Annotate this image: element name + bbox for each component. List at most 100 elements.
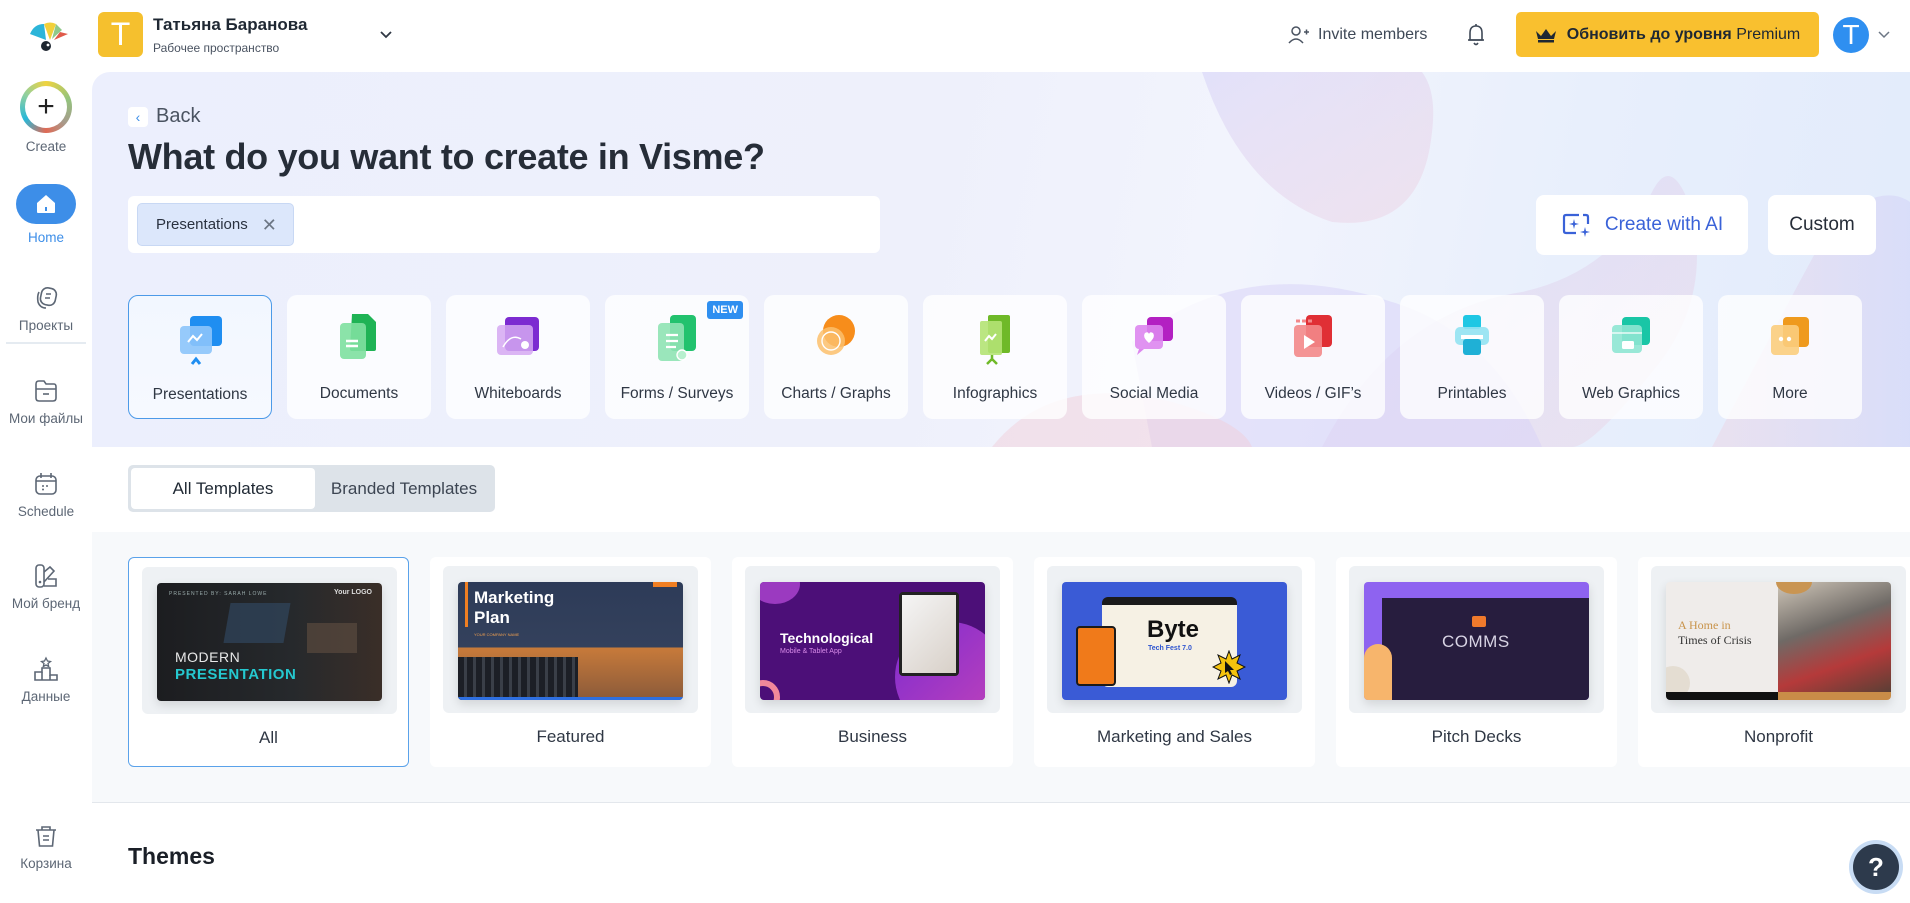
template-tabs: All Templates Branded Templates — [128, 465, 495, 512]
thumb-bottom-bar-accent — [1778, 692, 1891, 700]
sidebar-item-data[interactable]: Данные — [0, 655, 92, 704]
sidebar-item-label: Home — [27, 230, 64, 245]
sidebar-item-my-files[interactable]: Мои файлы — [0, 377, 92, 426]
category-card-web-graphics[interactable]: Web Graphics — [1559, 295, 1703, 419]
sidebar-item-label: Schedule — [17, 504, 75, 519]
thumbnail-frame: A Home in Times of Crisis — [1651, 566, 1906, 713]
sidebar-item-label: Мой бренд — [11, 596, 81, 611]
template-category-featured[interactable]: Marketing Plan YOUR COMPANY NAME Feature… — [430, 557, 711, 767]
template-category-label: Pitch Decks — [1431, 727, 1522, 746]
custom-size-button[interactable]: Custom — [1768, 195, 1876, 255]
category-card-videos-gifs[interactable]: Videos / GIF’s — [1241, 295, 1385, 419]
back-label: Back — [156, 105, 201, 127]
whiteboard-icon — [497, 317, 539, 355]
thumb-starburst-cursor-icon — [1212, 650, 1246, 684]
sidebar-create-button[interactable]: + Create — [0, 81, 92, 154]
template-category-label: Nonprofit — [1744, 727, 1813, 746]
visme-logo-icon[interactable] — [28, 18, 70, 54]
help-question-icon: ? — [1853, 844, 1899, 890]
user-avatar[interactable]: T — [1833, 17, 1869, 53]
category-card-presentations[interactable]: Presentations — [128, 295, 272, 419]
thumbnail-frame: Byte Tech Fest 7.0 — [1047, 566, 1302, 713]
thumb-title-line1: A Home in — [1678, 618, 1731, 632]
web-graphics-icon — [1612, 317, 1650, 353]
thumb-title-line1: Byte — [1147, 616, 1200, 643]
create-plus-icon: + — [20, 81, 72, 133]
projects-icon — [36, 287, 58, 309]
template-category-pitch-decks[interactable]: COMMS Pitch Decks — [1336, 557, 1617, 767]
category-card-documents[interactable]: Documents — [287, 295, 431, 419]
document-icon — [340, 314, 376, 359]
category-label: More — [1772, 385, 1808, 402]
category-card-printables[interactable]: Printables — [1400, 295, 1544, 419]
more-icon — [1771, 317, 1809, 355]
themes-heading: Themes — [128, 843, 215, 869]
upgrade-premium-button[interactable]: Обновить до уровня Premium — [1516, 12, 1819, 57]
category-label: Documents — [319, 385, 399, 402]
sidebar-item-my-brand[interactable]: Мой бренд — [0, 562, 92, 611]
home-icon — [37, 195, 55, 213]
template-category-marketing-and-sales[interactable]: Byte Tech Fest 7.0 Marketing and Sales — [1034, 557, 1315, 767]
ai-sparkle-icon — [1562, 213, 1590, 237]
category-card-more[interactable]: More — [1718, 295, 1862, 419]
category-card-social-media[interactable]: Social Media — [1082, 295, 1226, 419]
top-header: T Татьяна Баранова Рабочее пространство … — [0, 0, 1910, 72]
back-button[interactable]: ‹ Back — [128, 105, 200, 128]
thumb-photo — [1076, 626, 1116, 686]
trash-icon — [36, 826, 56, 847]
category-label: Charts / Graphs — [781, 385, 891, 402]
search-input[interactable]: Presentations ✕ — [128, 196, 880, 253]
sidebar-item-projects[interactable]: Проекты — [0, 284, 92, 333]
add-user-icon — [1288, 26, 1309, 44]
thumb-title-line1: Technological — [780, 630, 874, 646]
sidebar-item-trash[interactable]: Корзина — [0, 822, 92, 871]
thumb-bottom-bar — [458, 697, 683, 700]
template-category-nonprofit[interactable]: A Home in Times of Crisis Nonprofit — [1638, 557, 1910, 767]
sidebar-create-label: Create — [25, 139, 67, 154]
thumb-laptop-shape — [223, 603, 291, 643]
premium-label-rest: Premium — [1736, 25, 1801, 43]
template-thumbnail: A Home in Times of Crisis — [1666, 582, 1891, 700]
template-category-all[interactable]: PRESENTED BY: SARAH LOWE Your LOGO MODER… — [128, 557, 409, 767]
new-badge: NEW — [707, 301, 743, 319]
presentation-icon — [180, 316, 222, 365]
template-category-label: Featured — [536, 727, 605, 746]
workspace-name[interactable]: Татьяна Баранова — [153, 15, 307, 35]
filter-chip-presentations: Presentations ✕ — [137, 203, 294, 246]
sidebar-item-schedule[interactable]: Schedule — [0, 470, 92, 519]
help-button[interactable]: ? — [1849, 840, 1903, 894]
create-with-ai-button[interactable]: Create with AI — [1536, 195, 1748, 255]
template-category-label: All — [259, 728, 278, 747]
category-card-infographics[interactable]: Infographics — [923, 295, 1067, 419]
notifications-bell-icon[interactable] — [1465, 22, 1487, 48]
category-label: Web Graphics — [1582, 385, 1680, 402]
workspace-chevron-down-icon[interactable] — [378, 26, 394, 42]
category-card-whiteboards[interactable]: Whiteboards — [446, 295, 590, 419]
thumb-title-line1: Marketing — [474, 588, 555, 607]
user-menu-chevron-down-icon[interactable] — [1877, 27, 1891, 41]
template-category-business[interactable]: Technological Mobile & Tablet App Busine… — [732, 557, 1013, 767]
sidebar-item-home[interactable]: Home — [0, 184, 92, 245]
thumb-circle-top — [760, 582, 800, 604]
sidebar-item-label: Проекты — [18, 318, 74, 333]
invite-members-button[interactable]: Invite members — [1288, 22, 1427, 48]
thumbnail-frame: PRESENTED BY: SARAH LOWE Your LOGO MODER… — [142, 567, 397, 714]
chevron-left-icon: ‹ — [128, 106, 148, 127]
category-card-forms-surveys[interactable]: NEW Forms / Surveys — [605, 295, 749, 419]
sidebar: + Create Home Проекты Мои файлы Schedule… — [0, 72, 92, 903]
template-thumbnail: COMMS — [1364, 582, 1589, 700]
sidebar-item-label: Данные — [21, 689, 71, 704]
sidebar-trash-label: Корзина — [20, 856, 72, 871]
social-media-chat-icon — [1135, 317, 1173, 355]
category-label: Videos / GIF’s — [1264, 385, 1362, 402]
remove-chip-close-icon[interactable]: ✕ — [262, 216, 277, 234]
tab-all-templates[interactable]: All Templates — [131, 468, 315, 509]
category-card-charts-graphs[interactable]: Charts / Graphs — [764, 295, 908, 419]
template-thumbnail: Marketing Plan YOUR COMPANY NAME — [458, 582, 683, 700]
thumb-accent-tab — [653, 582, 677, 587]
thumb-title-line1: MODERN — [175, 649, 241, 665]
tab-branded-templates[interactable]: Branded Templates — [315, 468, 493, 509]
infographic-icon — [980, 315, 1010, 365]
printer-icon — [1455, 315, 1489, 355]
workspace-avatar[interactable]: T — [98, 12, 143, 57]
